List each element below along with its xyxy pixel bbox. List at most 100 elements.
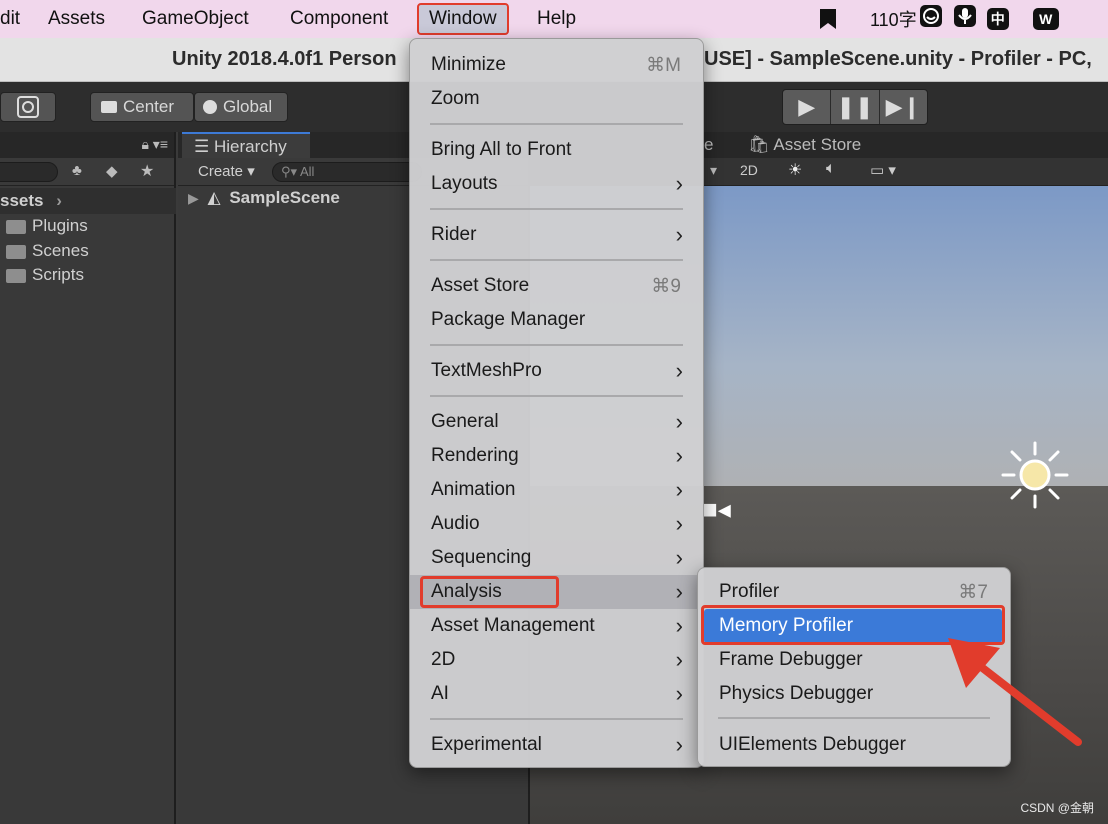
word-count: 110字 bbox=[870, 10, 917, 30]
mic-icon[interactable] bbox=[953, 4, 977, 34]
expand-triangle-icon[interactable]: ▶ bbox=[188, 190, 199, 206]
menu-separator bbox=[430, 259, 683, 261]
hierarchy-list-icon: ☰ bbox=[194, 137, 210, 156]
search-placeholder: All bbox=[299, 164, 315, 179]
menu-separator bbox=[430, 123, 683, 125]
project-panel: 🔒︎ ▾≡ ♣ ◆ ★ ssets › Plugins Scenes Scrip… bbox=[0, 132, 176, 824]
assets-label: ssets bbox=[0, 191, 44, 210]
lock-icon[interactable]: 🔒︎ ▾≡ bbox=[141, 136, 168, 153]
menu-help[interactable]: Help bbox=[537, 6, 576, 32]
effects-toggle-icon[interactable]: ▭ ▾ bbox=[870, 161, 896, 179]
chevron-right-icon: › bbox=[675, 732, 683, 757]
menu-separator bbox=[430, 395, 683, 397]
favorite-star-icon[interactable]: ★ bbox=[140, 161, 154, 181]
menu-item-audio[interactable]: Audio › bbox=[410, 508, 703, 540]
folder-label: Plugins bbox=[32, 216, 88, 235]
menu-separator bbox=[430, 208, 683, 210]
scene-row[interactable]: ▶ ◭ SampleScene bbox=[188, 188, 340, 208]
chevron-right-icon: › bbox=[675, 613, 683, 638]
pause-icon: ❚❚ bbox=[836, 94, 874, 119]
menu-gameobject[interactable]: GameObject bbox=[142, 6, 249, 32]
folder-scenes[interactable]: Scenes bbox=[6, 241, 89, 261]
menu-item-experimental[interactable]: Experimental › bbox=[410, 729, 703, 761]
annotation-arrow-icon bbox=[948, 638, 1082, 746]
camera-gizmo-icon[interactable]: ■◂ bbox=[702, 494, 731, 525]
menu-item-2d[interactable]: 2D › bbox=[410, 644, 703, 676]
chevron-right-icon: › bbox=[675, 647, 683, 672]
input-zh-icon[interactable]: 中 bbox=[986, 8, 1009, 30]
folder-scripts[interactable]: Scripts bbox=[6, 265, 84, 285]
toggle-2d-button[interactable]: 2D bbox=[740, 162, 758, 178]
menu-item-bring-all-to-front[interactable]: Bring All to Front bbox=[410, 134, 703, 166]
window-title-left: Unity 2018.4.0f1 Person bbox=[172, 48, 397, 70]
menu-item-sequencing[interactable]: Sequencing › bbox=[410, 542, 703, 574]
assets-header[interactable]: ssets › bbox=[0, 188, 176, 214]
chevron-right-icon: › bbox=[675, 171, 683, 196]
window-menu: Minimize ⌘M Zoom Bring All to Front Layou… bbox=[409, 38, 704, 768]
tab-game-partial[interactable]: e bbox=[704, 135, 713, 155]
tab-asset-store[interactable]: 🛍︎ Asset Store bbox=[748, 135, 861, 155]
watermark: CSDN @金朝 bbox=[1020, 801, 1094, 815]
rect-tool-button[interactable] bbox=[0, 92, 56, 122]
rect-transform-icon bbox=[17, 96, 39, 118]
chevron-right-icon: › bbox=[675, 579, 683, 604]
center-label: Center bbox=[123, 97, 175, 116]
menu-item-ai[interactable]: AI › bbox=[410, 678, 703, 710]
space-global-button[interactable]: Global bbox=[194, 92, 288, 122]
menu-item-minimize[interactable]: Minimize ⌘M bbox=[410, 49, 703, 81]
chevron-right-icon: › bbox=[675, 222, 683, 247]
folder-icon bbox=[6, 219, 26, 234]
folder-label: Scripts bbox=[32, 265, 84, 284]
bookmark-icon[interactable] bbox=[818, 8, 838, 30]
chevron-right-icon: › bbox=[675, 409, 683, 434]
menu-item-profiler[interactable]: Profiler ⌘7 bbox=[698, 576, 1010, 608]
menu-item-rendering[interactable]: Rendering › bbox=[410, 440, 703, 472]
menu-item-asset-management[interactable]: Asset Management › bbox=[410, 610, 703, 642]
pivot-icon bbox=[101, 101, 117, 113]
project-toolbar: ♣ ◆ ★ bbox=[0, 158, 174, 186]
menu-item-textmeshpro[interactable]: TextMeshPro › bbox=[410, 355, 703, 387]
menu-item-animation[interactable]: Animation › bbox=[410, 474, 703, 506]
menu-window[interactable]: Window bbox=[417, 3, 509, 35]
menu-assets[interactable]: Assets bbox=[48, 6, 105, 32]
chevron-right-icon: › bbox=[675, 358, 683, 383]
play-button[interactable]: ▶ bbox=[783, 90, 832, 124]
pause-button[interactable]: ❚❚ bbox=[831, 90, 880, 124]
menu-item-zoom[interactable]: Zoom bbox=[410, 83, 703, 115]
filter-type-icon[interactable]: ♣ bbox=[72, 162, 82, 179]
folder-icon bbox=[6, 268, 26, 283]
directional-light-icon[interactable] bbox=[1000, 440, 1070, 510]
menu-item-asset-store[interactable]: Asset Store ⌘9 bbox=[410, 270, 703, 302]
scene-name: SampleScene bbox=[229, 188, 340, 207]
hierarchy-tab-label: Hierarchy bbox=[213, 137, 287, 156]
pivot-center-button[interactable]: Center bbox=[90, 92, 194, 122]
step-icon: ▶❙ bbox=[885, 94, 921, 119]
project-tabbar: 🔒︎ ▾≡ bbox=[0, 132, 174, 158]
tab-hierarchy[interactable]: ☰ Hierarchy bbox=[182, 132, 310, 158]
menu-edit[interactable]: dit bbox=[0, 6, 20, 32]
wps-icon[interactable]: W bbox=[1032, 8, 1059, 30]
hierarchy-search-input[interactable]: ⚲▾ All bbox=[272, 162, 422, 182]
label-tag-icon[interactable]: ◆ bbox=[106, 162, 118, 180]
store-icon: 🛍︎ bbox=[748, 135, 770, 154]
create-dropdown[interactable]: Create ▾ bbox=[198, 162, 255, 180]
menu-item-general[interactable]: General › bbox=[410, 406, 703, 438]
menu-item-package-manager[interactable]: Package Manager bbox=[410, 304, 703, 336]
analysis-highlight-box bbox=[420, 576, 559, 608]
menu-component[interactable]: Component bbox=[290, 6, 388, 32]
folder-plugins[interactable]: Plugins bbox=[6, 216, 88, 236]
menu-item-layouts[interactable]: Layouts › bbox=[410, 168, 703, 200]
folder-label: Scenes bbox=[32, 241, 89, 260]
globe-icon bbox=[203, 100, 217, 114]
smile-icon[interactable] bbox=[919, 4, 943, 34]
menu-item-rider[interactable]: Rider › bbox=[410, 219, 703, 251]
playmode-controls: ▶ ❚❚ ▶❙ bbox=[782, 89, 928, 125]
lighting-toggle-icon[interactable]: ☀ bbox=[788, 160, 802, 180]
project-search-input[interactable] bbox=[0, 162, 58, 182]
audio-toggle-icon[interactable]: 🔈︎ bbox=[826, 160, 836, 178]
draw-mode-dropdown[interactable]: ▾ bbox=[710, 162, 717, 179]
window-title-right: USE] - SampleScene.unity - Profiler - PC… bbox=[704, 48, 1092, 70]
menubar-tray: 110字 中 W bbox=[818, 5, 1059, 33]
menu-separator bbox=[430, 344, 683, 346]
step-button[interactable]: ▶❙ bbox=[880, 90, 927, 124]
